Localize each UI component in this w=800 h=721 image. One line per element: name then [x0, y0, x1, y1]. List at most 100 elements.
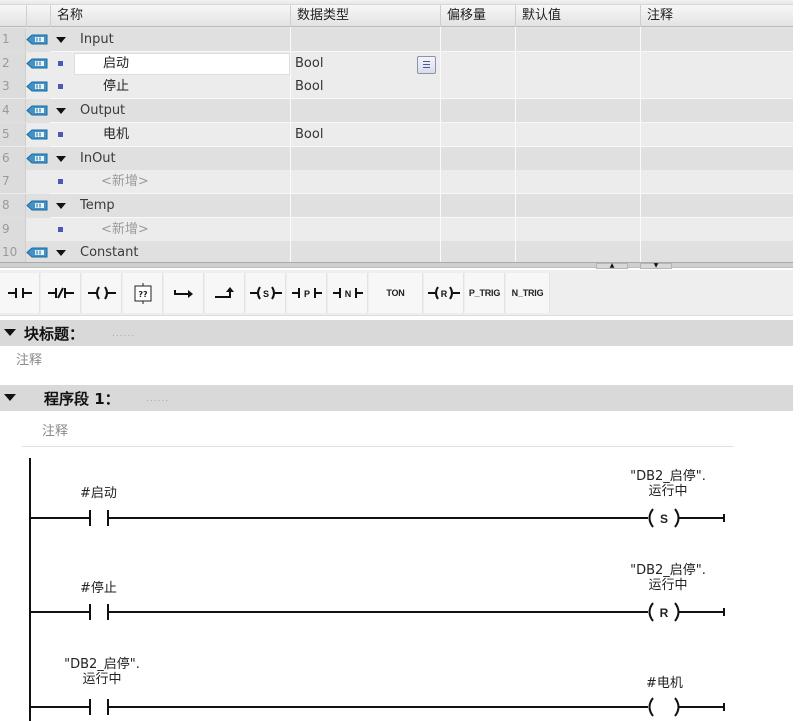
interface-section-icon: [26, 245, 48, 260]
empty-box-icon: ??: [134, 283, 151, 304]
variable-icon: [58, 179, 63, 185]
svg-text:??: ??: [138, 290, 148, 299]
block-comment[interactable]: 注释: [16, 349, 42, 368]
table-row[interactable]: 8 Temp: [0, 193, 793, 218]
toolbar-p-trig[interactable]: P_TRIG: [465, 273, 505, 313]
coil-left-paren: [648, 697, 654, 717]
rung1-contact-operand[interactable]: #启动: [80, 486, 117, 501]
row-number[interactable]: 3: [0, 75, 26, 99]
rung1-coil-operand[interactable]: "DB2_启停". 运行中: [618, 469, 718, 499]
splitter-bar[interactable]: [0, 262, 793, 268]
expand-triangle-icon[interactable]: [56, 155, 66, 162]
variable-name[interactable]: 启动: [103, 52, 129, 75]
table-row[interactable]: 2 启动 Bool: [0, 51, 793, 76]
col-divider: [290, 27, 291, 263]
ton-label: TON: [386, 288, 405, 298]
toolbar-close-branch[interactable]: [205, 273, 245, 313]
header-default[interactable]: 默认值: [515, 5, 640, 27]
toolbar-open-branch[interactable]: [164, 273, 204, 313]
table-row[interactable]: 6 InOut: [0, 146, 793, 171]
datatype-picker-button[interactable]: [417, 55, 436, 74]
datatype-cell[interactable]: Bool: [295, 75, 323, 98]
table-row[interactable]: 3 停止 Bool: [0, 75, 793, 100]
toolbar-no-contact[interactable]: [0, 273, 40, 313]
section-name[interactable]: Constant: [80, 241, 138, 264]
row-number[interactable]: 9: [0, 217, 26, 241]
table-row[interactable]: 1 Input: [0, 28, 793, 52]
section-name[interactable]: Temp: [80, 194, 115, 217]
expand-triangle-icon[interactable]: [56, 202, 66, 209]
add-new-placeholder[interactable]: <新增>: [101, 218, 149, 241]
rung2-contact-operand[interactable]: #停止: [80, 581, 117, 596]
expand-triangle-icon[interactable]: [56, 37, 66, 43]
row-number[interactable]: 7: [0, 170, 26, 194]
header-comment[interactable]: 注释: [640, 5, 793, 27]
toolbar-nc-contact[interactable]: [41, 273, 81, 313]
variable-icon: [58, 84, 63, 90]
coil-type-label: S: [660, 512, 668, 526]
header-datatype[interactable]: 数据类型: [290, 5, 440, 27]
coil-right-paren: [674, 697, 680, 717]
open-branch-icon: [173, 290, 193, 298]
toolbar-ton[interactable]: TON: [369, 273, 423, 313]
row-number[interactable]: 10: [0, 241, 26, 265]
row-number[interactable]: 8: [0, 193, 26, 217]
network-title-input[interactable]: ......: [146, 394, 169, 404]
coil-left-paren: [648, 508, 654, 528]
block-title-input[interactable]: ......: [112, 329, 135, 339]
col-divider: [515, 27, 516, 263]
svg-text:N: N: [344, 289, 351, 299]
toolbar-p-contact[interactable]: P: [287, 273, 327, 313]
network-title-label: 程序段 1：: [44, 390, 120, 408]
row-number[interactable]: 6: [0, 146, 26, 170]
network-title-bar[interactable]: 程序段 1： ......: [0, 385, 793, 411]
set-coil-icon: S: [249, 286, 282, 300]
variable-name[interactable]: 电机: [103, 123, 129, 146]
section-name[interactable]: InOut: [80, 147, 116, 170]
block-title-bar[interactable]: 块标题： ......: [0, 320, 793, 346]
interface-section-icon: [26, 79, 48, 94]
expand-triangle-icon[interactable]: [56, 108, 66, 115]
expand-triangle-icon[interactable]: [56, 250, 66, 257]
add-new-placeholder[interactable]: <新增>: [101, 170, 149, 193]
instruction-toolbar: ?? S P N TON R P_TRIG N_TRIG: [0, 270, 793, 316]
svg-text:P: P: [303, 289, 309, 299]
rung2-coil-operand[interactable]: "DB2_启停". 运行中: [618, 563, 718, 593]
table-row[interactable]: 9 <新增>: [0, 217, 793, 242]
toolbar-n-trig[interactable]: N_TRIG: [506, 273, 550, 313]
header-offset[interactable]: 偏移量: [440, 5, 515, 27]
toolbar-reset-coil[interactable]: R: [424, 273, 464, 313]
header-name[interactable]: 名称: [50, 5, 290, 27]
collapse-triangle-icon[interactable]: [4, 329, 16, 336]
toolbar-coil[interactable]: [82, 273, 122, 313]
comment-divider: [22, 446, 734, 447]
datatype-cell[interactable]: Bool: [295, 123, 323, 146]
network-comment[interactable]: 注释: [42, 420, 68, 439]
rung3-coil-operand[interactable]: #电机: [646, 676, 683, 691]
rung1-coil-operand-line2: 运行中: [648, 484, 688, 499]
section-name[interactable]: Input: [80, 28, 114, 51]
n-contact-icon: N: [332, 288, 363, 299]
section-name[interactable]: Output: [80, 99, 125, 122]
collapse-triangle-icon[interactable]: [4, 394, 16, 401]
rung3-contact-operand-line1: "DB2_启停".: [64, 657, 140, 672]
variable-name[interactable]: 停止: [103, 75, 129, 98]
row-number[interactable]: 1: [0, 28, 26, 51]
toolbar-empty-box[interactable]: ??: [123, 273, 163, 313]
block-interface-table: 名称 数据类型 偏移量 默认值 注释 1 Input 2 启动 Bool 3 停止 Bool 4…: [0, 0, 793, 266]
table-row[interactable]: 4 Output: [0, 99, 793, 124]
table-row[interactable]: 5 电机 Bool: [0, 122, 793, 147]
nc-contact-icon: [47, 287, 74, 299]
row-number[interactable]: 2: [0, 51, 26, 75]
toolbar-set-coil[interactable]: S: [246, 273, 286, 313]
table-header: 名称 数据类型 偏移量 默认值 注释: [0, 5, 793, 27]
datatype-cell[interactable]: Bool: [295, 52, 323, 75]
toolbar-n-contact[interactable]: N: [328, 273, 368, 313]
rung3-contact-operand[interactable]: "DB2_启停". 运行中: [52, 657, 152, 687]
scroll-down-button[interactable]: ▼: [640, 263, 672, 269]
row-number[interactable]: 4: [0, 99, 26, 123]
row-number[interactable]: 5: [0, 122, 26, 146]
interface-section-icon: [26, 56, 48, 71]
table-row[interactable]: 7 <新增>: [0, 170, 793, 195]
scroll-up-button[interactable]: ▲: [596, 263, 628, 269]
